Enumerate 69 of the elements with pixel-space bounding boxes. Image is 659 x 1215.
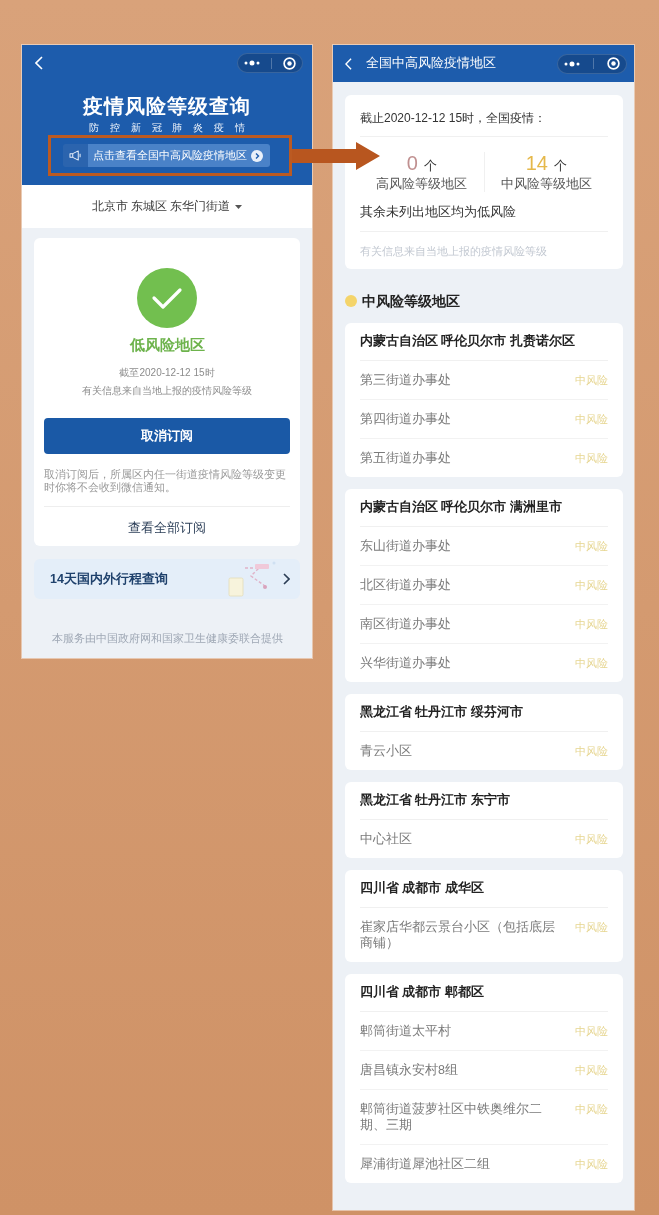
risk-level: 低风险地区 bbox=[129, 335, 205, 355]
area-name: 中心社区 bbox=[360, 831, 412, 847]
risk-level: 中风险 bbox=[575, 539, 608, 554]
region-heading: 内蒙古自治区 呼伦贝尔市 扎赉诺尔区 bbox=[360, 323, 608, 361]
risk-level: 中风险 bbox=[575, 920, 608, 935]
stat-label: 高风险等级地区 bbox=[376, 176, 468, 192]
app-subtitle: 防 控 新 冠 肺 炎 疫 情 bbox=[88, 121, 249, 134]
page-title: 全国中高风险疫情地区 bbox=[366, 55, 496, 72]
section-title: 中风险等级地区 bbox=[362, 293, 460, 309]
more-icon[interactable] bbox=[564, 60, 581, 67]
area-name: 郫筒街道太平村 bbox=[360, 1023, 451, 1039]
summary-note: 其余未列出地区均为低风险 bbox=[360, 204, 517, 221]
target-icon[interactable] bbox=[283, 56, 297, 70]
risk-level: 中风险 bbox=[575, 1157, 608, 1172]
risk-level: 中风险 bbox=[575, 832, 608, 847]
area-name: 北区街道办事处 bbox=[360, 577, 451, 593]
risk-level: 中风险 bbox=[575, 656, 608, 671]
area-name: 南区街道办事处 bbox=[360, 616, 451, 632]
unsubscribe-note: 取消订阅后，所属区内任一街道疫情风险等级变更时你将不会收到微信通知。 bbox=[44, 468, 287, 494]
risk-level: 中风险 bbox=[575, 373, 608, 388]
back-icon[interactable] bbox=[345, 57, 352, 70]
area-name: 唐昌镇永安村8组 bbox=[360, 1062, 458, 1078]
check-circle-icon bbox=[137, 268, 197, 328]
source-note: 有关信息来自当地上报的疫情风险等级 bbox=[82, 384, 252, 398]
count-unit: 个 bbox=[553, 157, 567, 175]
count-unit: 个 bbox=[423, 157, 437, 175]
travel-check-card[interactable]: 14天国内外行程查询 bbox=[34, 559, 300, 599]
area-name: 东山街道办事处 bbox=[360, 538, 451, 554]
risk-level: 中风险 bbox=[575, 1102, 608, 1117]
regions-banner[interactable]: 点击查看全国中高风险疫情地区 bbox=[63, 144, 270, 167]
region-heading: 内蒙古自治区 呼伦贝尔市 满洲里市 bbox=[360, 489, 608, 527]
risk-count: 14 bbox=[525, 151, 548, 175]
footer-note: 本服务由中国政府网和国家卫生健康委联合提供 bbox=[50, 631, 284, 645]
area-name: 青云小区 bbox=[360, 743, 412, 759]
unsubscribe-button[interactable]: 取消订阅 bbox=[44, 418, 290, 454]
risk-level: 中风险 bbox=[575, 451, 608, 466]
update-time: 截至2020-12-12 15时 bbox=[119, 366, 215, 380]
stat-label: 中风险等级地区 bbox=[500, 176, 592, 192]
area-name: 第三街道办事处 bbox=[360, 372, 451, 388]
dot-icon bbox=[345, 295, 357, 307]
area-name: 第四街道办事处 bbox=[360, 411, 451, 427]
area-name: 犀浦街道犀池社区二组 bbox=[360, 1156, 490, 1172]
chevron-right-icon bbox=[251, 149, 263, 162]
region-heading: 四川省 成都市 郫都区 bbox=[360, 974, 608, 1012]
chevron-right-icon bbox=[283, 573, 290, 585]
target-icon[interactable] bbox=[606, 57, 620, 70]
more-icon[interactable] bbox=[243, 60, 260, 66]
route-map-icon bbox=[225, 560, 277, 598]
summary-date: 截止2020-12-12 15时，全国疫情： bbox=[360, 110, 548, 127]
risk-level: 中风险 bbox=[575, 1063, 608, 1078]
area-name: 兴华街道办事处 bbox=[360, 655, 451, 671]
area-name: 崔家店华都云景台小区（包括底层商铺） bbox=[360, 919, 556, 951]
location-dropdown[interactable]: 北京市 东城区 东华门街道 bbox=[91, 198, 243, 215]
risk-count: 0 bbox=[406, 151, 418, 175]
area-name: 郫筒街道菠萝社区中铁奥维尔二期、三期 bbox=[360, 1101, 543, 1133]
risk-level: 中风险 bbox=[575, 412, 608, 427]
caret-icon bbox=[235, 204, 243, 209]
all-subscriptions-link[interactable]: 查看全部订阅 bbox=[128, 520, 206, 536]
risk-level: 中风险 bbox=[575, 578, 608, 593]
region-heading: 黑龙江省 牡丹江市 东宁市 bbox=[360, 782, 608, 820]
megaphone-icon bbox=[69, 150, 82, 161]
back-icon[interactable] bbox=[35, 56, 43, 70]
region-heading: 四川省 成都市 成华区 bbox=[360, 870, 608, 908]
risk-level: 中风险 bbox=[575, 1024, 608, 1039]
area-name: 第五街道办事处 bbox=[360, 450, 451, 466]
risk-level: 中风险 bbox=[575, 617, 608, 632]
region-heading: 黑龙江省 牡丹江市 绥芬河市 bbox=[360, 694, 608, 732]
app-title: 疫情风险等级查询 bbox=[83, 94, 251, 119]
risk-level: 中风险 bbox=[575, 744, 608, 759]
